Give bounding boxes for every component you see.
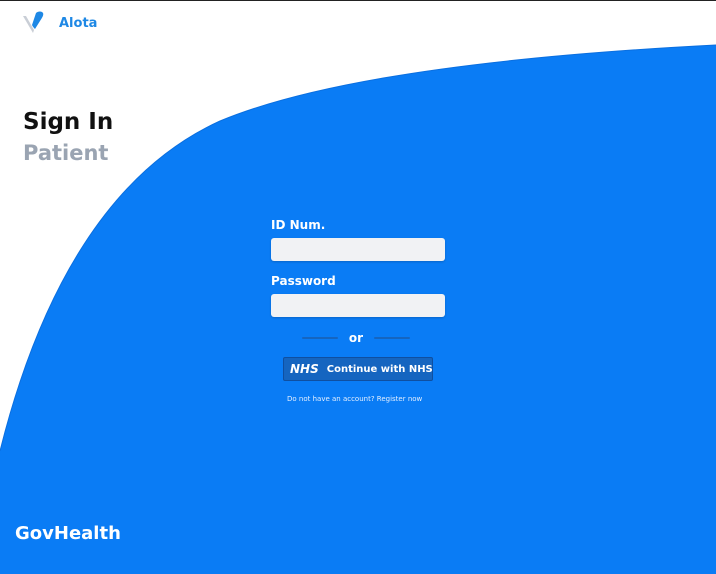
or-divider: or — [302, 331, 410, 345]
page-subtitle: Patient — [23, 141, 109, 165]
password-label: Password — [271, 274, 336, 288]
register-now-link[interactable]: Register now — [377, 395, 423, 403]
app-logo[interactable]: Alota — [21, 10, 97, 36]
divider-line-right — [373, 337, 410, 339]
footer-brand: GovHealth — [15, 523, 121, 544]
register-prompt: Do not have an account? Register now — [287, 395, 422, 403]
register-prompt-text: Do not have an account? — [287, 395, 375, 403]
nhs-button-label: Continue with NHS — [326, 363, 433, 375]
page-heading: Sign In Patient — [23, 108, 113, 170]
check-logo-icon — [23, 11, 44, 33]
password-input[interactable] — [271, 294, 445, 317]
app-name: Alota — [59, 15, 98, 31]
id-number-input[interactable] — [271, 238, 445, 261]
nhs-logo-icon: NHS — [290, 362, 319, 376]
divider-line-left — [302, 337, 338, 339]
continue-with-nhs-button[interactable]: NHS Continue with NHS — [283, 357, 433, 381]
page-title: Sign In — [23, 109, 114, 135]
divider-text: or — [348, 331, 364, 345]
id-number-label: ID Num. — [271, 218, 326, 232]
sign-in-form: ID Num. Password — [271, 218, 445, 317]
